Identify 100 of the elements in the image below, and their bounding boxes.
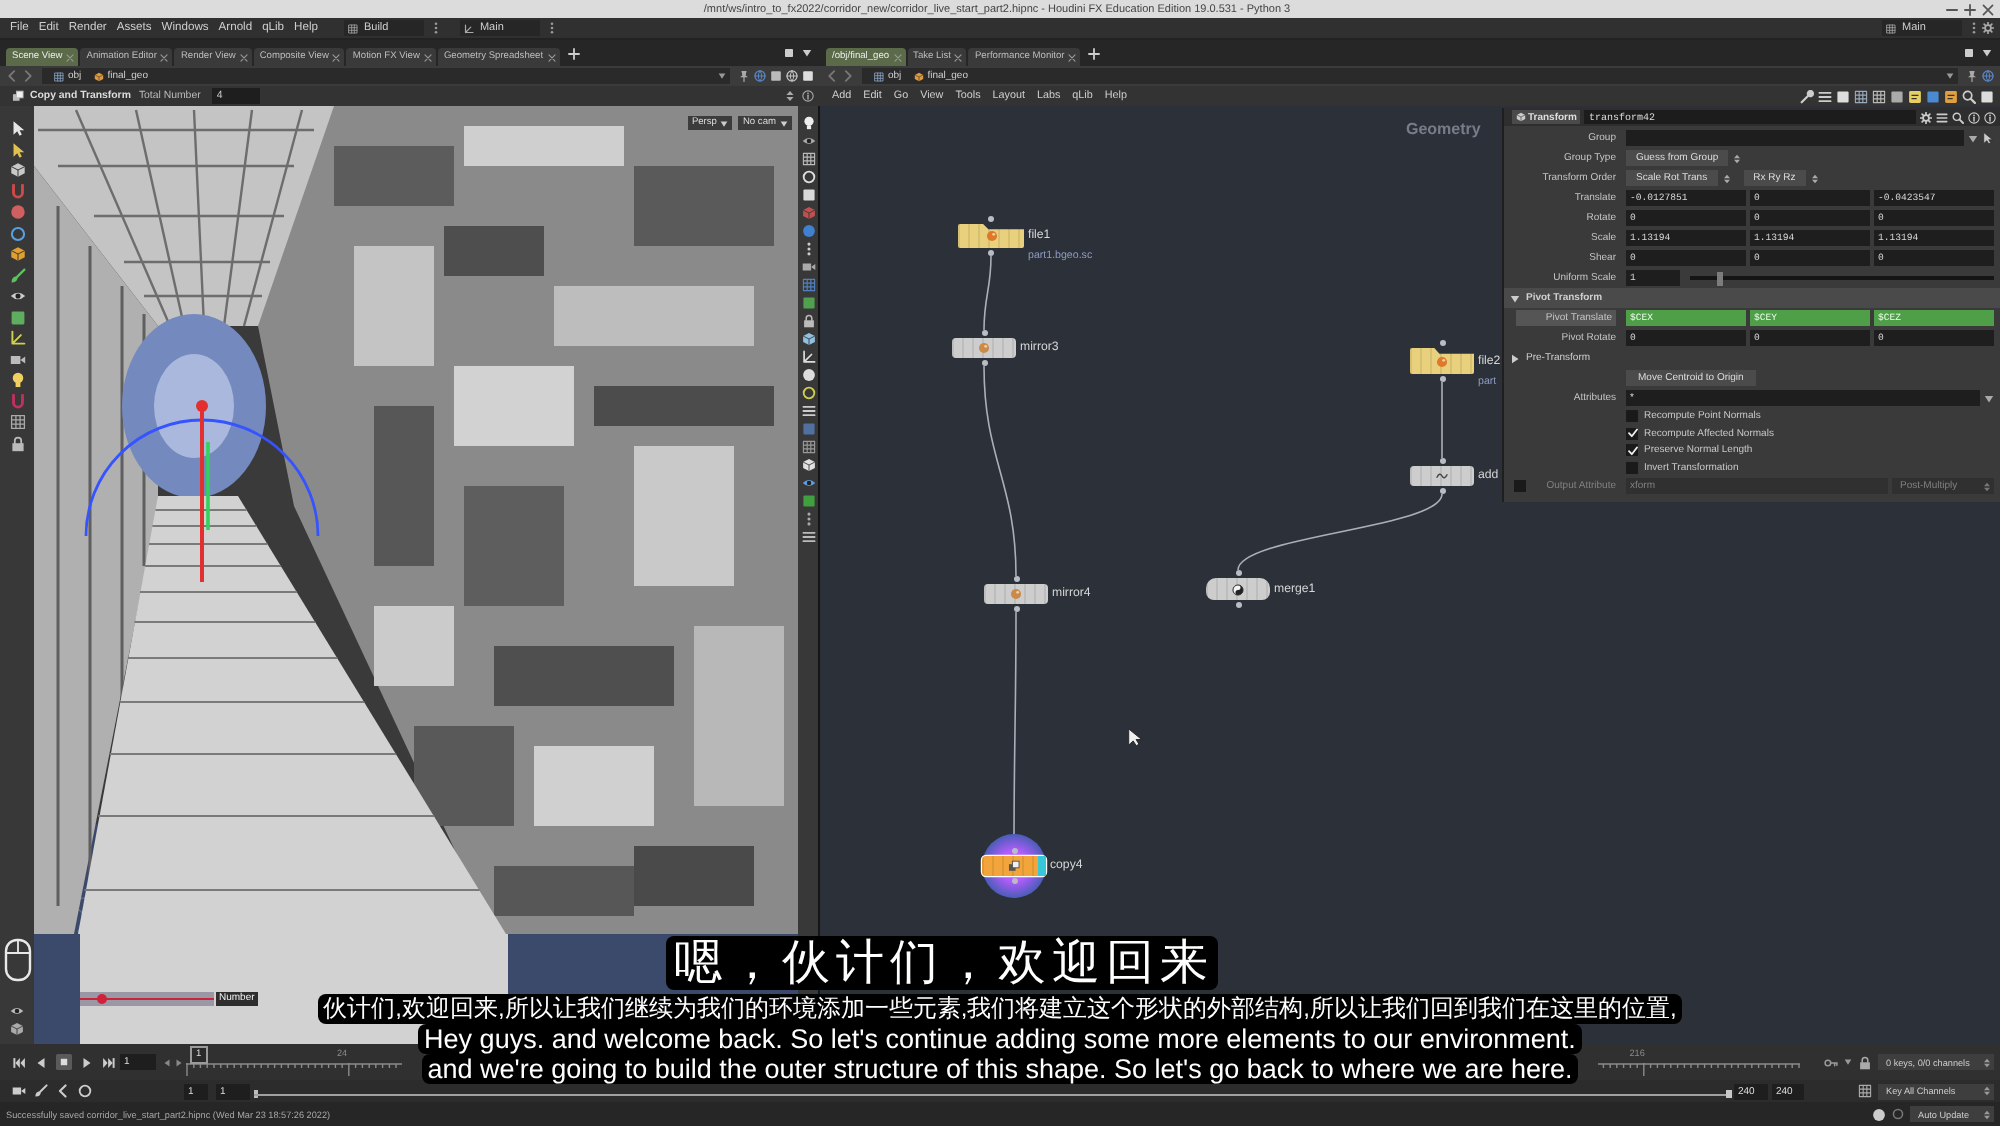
skip-end-icon[interactable] (102, 1055, 116, 1069)
square-icon[interactable] (9, 309, 25, 325)
cube-icon[interactable] (9, 246, 25, 262)
close-icon[interactable] (423, 53, 432, 61)
network-node[interactable] (982, 856, 1046, 876)
maximize-icon[interactable] (1964, 3, 1976, 15)
network-node[interactable] (958, 224, 1024, 248)
cube-icon[interactable] (10, 1022, 24, 1036)
lock-icon[interactable] (9, 435, 25, 451)
globe-icon[interactable] (1982, 70, 1994, 82)
output-port[interactable] (988, 250, 994, 256)
menu-icon[interactable] (1936, 111, 1948, 123)
lock-icon[interactable] (1858, 1055, 1872, 1069)
next-key-icon[interactable] (173, 1057, 183, 1067)
more-icon[interactable] (429, 22, 442, 34)
globe-icon[interactable] (786, 70, 798, 82)
plus-icon[interactable] (1088, 47, 1101, 59)
brush-icon[interactable] (34, 1084, 48, 1098)
grid-icon[interactable] (801, 278, 815, 292)
pin-icon[interactable] (738, 70, 750, 82)
output-port[interactable] (1013, 606, 1019, 612)
camera-icon[interactable] (9, 351, 25, 367)
square-icon[interactable] (801, 188, 815, 202)
menu-icon[interactable] (1818, 89, 1832, 103)
square-icon[interactable] (1964, 48, 1974, 58)
close-icon[interactable] (1982, 3, 1994, 15)
ring-icon[interactable] (801, 386, 815, 400)
step-back-icon[interactable] (34, 1055, 48, 1069)
settings-icon[interactable] (1982, 22, 1994, 34)
square-icon[interactable] (1980, 89, 1994, 103)
network-node[interactable] (984, 584, 1048, 604)
close-icon[interactable] (160, 53, 169, 61)
bulb-icon[interactable] (801, 116, 815, 130)
stack-icon[interactable] (12, 90, 24, 102)
input-port[interactable] (1013, 576, 1019, 582)
input-port[interactable] (1235, 570, 1241, 576)
checkbox[interactable] (1626, 444, 1638, 457)
bulb-icon[interactable] (9, 372, 25, 388)
minimize-icon[interactable] (1946, 3, 1958, 15)
ring-icon[interactable] (9, 225, 25, 241)
menu-icon[interactable] (801, 530, 815, 544)
pin-icon[interactable] (1966, 70, 1978, 82)
stop-icon[interactable] (56, 1054, 72, 1070)
timeline-ruler[interactable] (186, 1062, 402, 1078)
input-port[interactable] (1439, 458, 1445, 464)
square-icon[interactable] (1836, 89, 1850, 103)
search-icon[interactable] (1952, 111, 1964, 123)
close-icon[interactable] (332, 53, 341, 61)
help-icon[interactable] (1984, 111, 1996, 123)
eye-icon[interactable] (9, 288, 25, 304)
caret-icon[interactable] (1844, 1058, 1852, 1066)
square-icon[interactable] (784, 48, 794, 58)
more-icon[interactable] (545, 22, 558, 34)
network-node[interactable] (1410, 348, 1474, 374)
brush-icon[interactable] (9, 267, 25, 283)
ring-icon[interactable] (78, 1084, 92, 1098)
stepper-icon[interactable] (784, 90, 796, 102)
skip-start-icon[interactable] (12, 1055, 26, 1069)
wrench-icon[interactable] (1800, 89, 1814, 103)
cube-icon[interactable] (9, 162, 25, 178)
magnet-icon[interactable] (9, 183, 25, 199)
eye-icon[interactable] (801, 476, 815, 490)
key-icon[interactable] (1824, 1055, 1838, 1069)
input-port[interactable] (1439, 340, 1445, 346)
more-icon[interactable] (1968, 22, 1980, 34)
square-icon[interactable] (802, 70, 814, 82)
output-port[interactable] (1439, 376, 1445, 382)
close-icon[interactable] (954, 53, 963, 61)
sphere-icon[interactable] (801, 368, 815, 382)
input-port[interactable] (981, 330, 987, 336)
grid-icon[interactable] (1854, 89, 1868, 103)
grid-icon[interactable] (801, 152, 815, 166)
grid-icon[interactable] (1872, 89, 1886, 103)
input-port[interactable] (988, 216, 994, 222)
caret-icon[interactable] (1946, 72, 1954, 80)
caret-icon[interactable] (1984, 393, 1994, 403)
note-icon[interactable] (1908, 89, 1922, 103)
checkbox[interactable] (1626, 410, 1638, 423)
eye-icon[interactable] (10, 1003, 24, 1017)
search-icon[interactable] (1962, 89, 1976, 103)
select-arrow-icon[interactable] (1982, 132, 1994, 144)
globe-icon[interactable] (754, 70, 766, 82)
cube-icon[interactable] (801, 332, 815, 346)
grid-icon[interactable] (801, 440, 815, 454)
slider-thumb[interactable] (1717, 271, 1724, 285)
output-port[interactable] (1235, 602, 1241, 608)
output-port[interactable] (1439, 488, 1445, 494)
play-icon[interactable] (80, 1055, 94, 1069)
axes-icon[interactable] (9, 330, 25, 346)
caret-icon[interactable] (1982, 48, 1992, 58)
plus-icon[interactable] (567, 47, 580, 59)
output-port[interactable] (981, 360, 987, 366)
stepper-icon[interactable] (1732, 153, 1743, 163)
network-node[interactable] (1410, 466, 1474, 486)
text-field[interactable] (1626, 130, 1964, 146)
checkbox[interactable] (1626, 461, 1638, 474)
settings-icon[interactable] (1920, 111, 1932, 123)
lock-icon[interactable] (801, 314, 815, 328)
close-icon[interactable] (1068, 53, 1077, 61)
info-icon[interactable] (1968, 111, 1980, 123)
